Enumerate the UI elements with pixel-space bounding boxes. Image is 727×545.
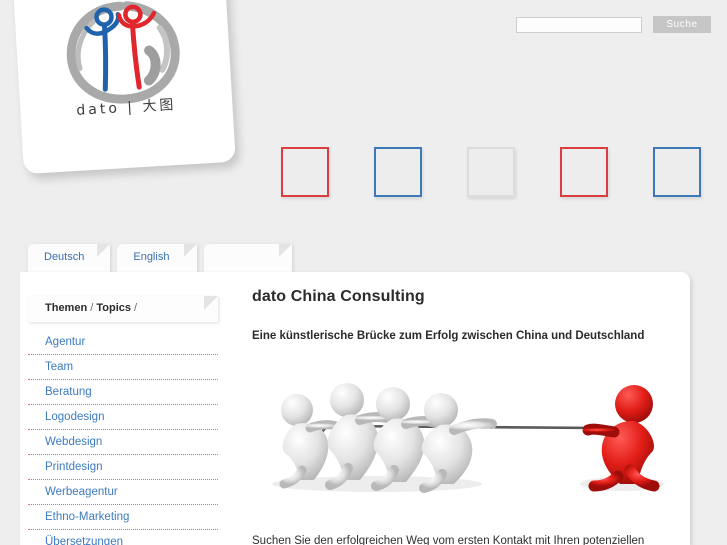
hero-image: [252, 358, 682, 506]
sidebar-item-printdesign[interactable]: Printdesign: [28, 455, 218, 480]
search-button[interactable]: Suche: [653, 16, 711, 33]
thumbnail-strip: [281, 147, 701, 197]
thumbnail-5[interactable]: [653, 147, 701, 197]
sidebar-heading: Themen / Topics /: [28, 296, 218, 322]
language-tabs: Deutsch English: [28, 244, 293, 275]
sidebar: Themen / Topics / Agentur Team Beratung …: [28, 296, 218, 545]
dato-logo-icon: [66, 1, 180, 104]
sidebar-heading-sep2: /: [131, 302, 138, 314]
sidebar-item-logodesign[interactable]: Logodesign: [28, 405, 218, 430]
page-title: dato China Consulting: [252, 288, 425, 305]
sidebar-heading-main: Themen: [45, 302, 88, 314]
page-subtitle: Eine künstlerische Brücke zum Erfolg zwi…: [252, 330, 645, 342]
tab-english[interactable]: English: [117, 244, 198, 275]
sidebar-item-beratung[interactable]: Beratung: [28, 380, 218, 405]
logo-card[interactable]: dato | 大图: [12, 0, 236, 175]
sidebar-heading-sub: Topics: [96, 302, 131, 314]
sidebar-heading-sep1: /: [87, 302, 97, 314]
sidebar-item-ethno-marketing[interactable]: Ethno-Marketing: [28, 505, 218, 530]
thumbnail-2[interactable]: [374, 147, 422, 197]
sidebar-menu: Agentur Team Beratung Logodesign Webdesi…: [28, 322, 218, 545]
sidebar-item-uebersetzungen[interactable]: Übersetzungen: [28, 530, 218, 545]
sidebar-item-webdesign[interactable]: Webdesign: [28, 430, 218, 455]
tab-chinese[interactable]: [204, 244, 293, 275]
main-content: dato China Consulting Eine künstlerische…: [252, 288, 677, 342]
thumbnail-1[interactable]: [281, 147, 329, 197]
thumbnail-3[interactable]: [467, 147, 515, 197]
sidebar-item-agentur[interactable]: Agentur: [28, 330, 218, 355]
search-area: Suche: [516, 16, 711, 33]
sidebar-item-werbeagentur[interactable]: Werbeagentur: [28, 480, 218, 505]
intro-paragraph: Suchen Sie den erfolgreichen Weg vom ers…: [252, 535, 645, 545]
thumbnail-4[interactable]: [560, 147, 608, 197]
sidebar-item-team[interactable]: Team: [28, 355, 218, 380]
tug-of-war-illustration: [252, 358, 682, 506]
page-root: dato | 大图 Suche Deutsch English Themen /…: [0, 0, 727, 545]
logo-inner: dato | 大图: [12, 0, 236, 174]
search-input[interactable]: [516, 16, 642, 33]
tab-deutsch[interactable]: Deutsch: [28, 244, 111, 275]
